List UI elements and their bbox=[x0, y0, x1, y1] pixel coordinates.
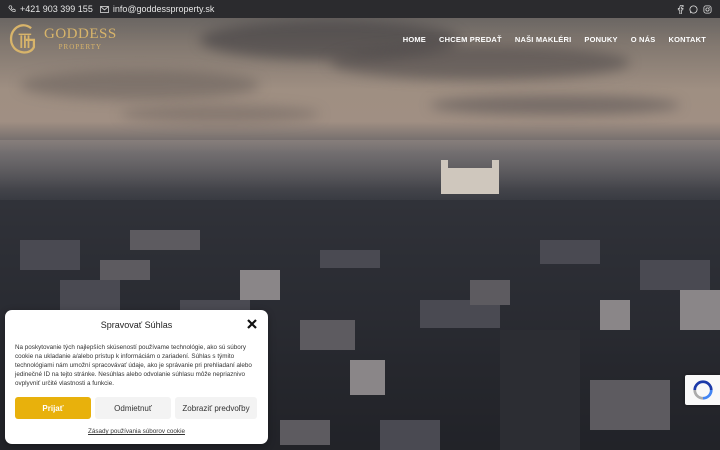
logo-subtitle: PROPERTY bbox=[58, 43, 103, 51]
phone-contact[interactable]: +421 903 399 155 bbox=[8, 4, 93, 14]
cookie-consent-dialog: Spravovať Súhlas Na poskytovanie tých na… bbox=[5, 310, 268, 444]
nav-home[interactable]: HOME bbox=[403, 35, 426, 44]
email-contact[interactable]: info@goddessproperty.sk bbox=[99, 4, 215, 14]
cookie-title: Spravovať Súhlas bbox=[100, 320, 173, 330]
castle-landmark bbox=[441, 160, 499, 194]
recaptcha-badge[interactable] bbox=[685, 375, 720, 405]
site-logo[interactable]: GODDESS PROPERTY bbox=[6, 21, 117, 57]
cookie-description: Na poskytovanie tých najlepších skúsenos… bbox=[15, 344, 252, 387]
social-links bbox=[677, 4, 712, 14]
nav-sell[interactable]: CHCEM PREDAŤ bbox=[439, 35, 502, 44]
top-bar: +421 903 399 155 info@goddessproperty.sk bbox=[0, 0, 720, 18]
close-icon[interactable] bbox=[247, 319, 257, 329]
accept-button[interactable]: Prijať bbox=[15, 397, 91, 419]
preferences-button[interactable]: Zobraziť predvoľby bbox=[175, 397, 257, 419]
nav-contact[interactable]: KONTAKT bbox=[668, 35, 706, 44]
deny-button[interactable]: Odmietnuť bbox=[95, 397, 171, 419]
facebook-icon[interactable] bbox=[677, 4, 684, 14]
recaptcha-icon bbox=[692, 380, 713, 400]
instagram-icon[interactable] bbox=[703, 4, 712, 14]
logo-name: GODDESS bbox=[44, 26, 117, 42]
email-address: info@goddessproperty.sk bbox=[112, 4, 215, 14]
phone-number: +421 903 399 155 bbox=[20, 4, 93, 14]
nav-about[interactable]: O NÁS bbox=[631, 35, 656, 44]
goddess-logo-icon bbox=[9, 24, 36, 54]
main-nav: HOME CHCEM PREDAŤ NAŠI MAKLÉRI PONUKY O … bbox=[403, 35, 706, 44]
cookie-policy-link[interactable]: Zásady používania súborov cookie bbox=[15, 428, 258, 435]
phone-icon bbox=[8, 5, 16, 12]
nav-agents[interactable]: NAŠI MAKLÉRI bbox=[515, 35, 572, 44]
whatsapp-icon[interactable] bbox=[689, 4, 698, 14]
nav-offers[interactable]: PONUKY bbox=[584, 35, 617, 44]
mail-icon bbox=[99, 5, 109, 13]
